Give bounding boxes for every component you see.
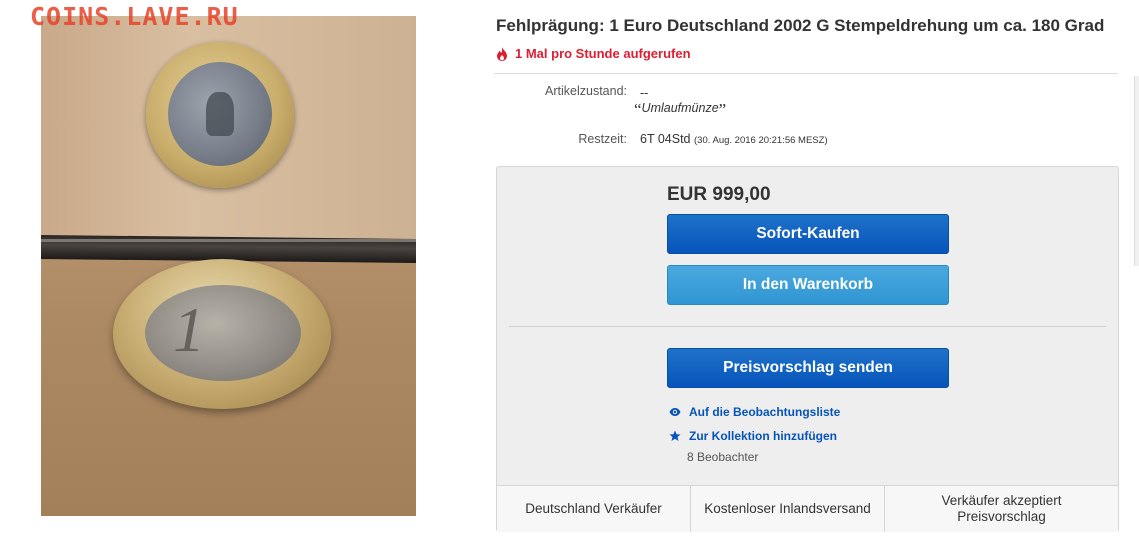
views-notice-text: 1 Mal pro Stunde aufgerufen xyxy=(515,46,691,61)
flame-icon xyxy=(497,46,507,61)
photo-rail-shine xyxy=(41,239,416,242)
feature-free-shipping: Kostenloser Inlandsversand xyxy=(691,486,885,532)
feature-row: Deutschland Verkäufer Kostenloser Inland… xyxy=(497,485,1118,532)
watermark: COINS.LAVE.RU xyxy=(30,2,239,31)
scroll-edge xyxy=(1134,76,1139,266)
listing-photo[interactable]: 1 xyxy=(41,16,416,516)
price: EUR 999,00 xyxy=(667,184,771,205)
coin-denomination: 1 xyxy=(173,294,205,365)
feature-accepts-offers: Verkäufer akzeptiert Preisvorschlag xyxy=(941,493,1062,524)
coin-reverse-core: 1 xyxy=(145,285,301,381)
condition-text: “Umlaufmünze” xyxy=(634,100,726,120)
condition-value: -- xyxy=(640,86,649,100)
condition-label: Artikelzustand: xyxy=(545,84,627,98)
collection-link[interactable]: Zur Kollektion hinzufügen xyxy=(669,429,837,443)
quote-open: “ xyxy=(634,100,642,119)
coin-obverse-core xyxy=(168,62,272,166)
watchlist-label: Auf die Beobachtungsliste xyxy=(689,405,841,419)
add-to-cart-button[interactable]: In den Warenkorb xyxy=(667,265,949,305)
quote-close: ” xyxy=(718,100,727,119)
eye-icon xyxy=(669,408,681,416)
time-left-label: Restzeit: xyxy=(578,132,627,146)
condition-name: Umlaufmünze xyxy=(641,101,719,115)
end-date: (30. Aug. 2016 20:21:56 MESZ) xyxy=(694,135,828,146)
buy-now-button[interactable]: Sofort-Kaufen xyxy=(667,214,949,254)
listing-title: Fehlprägung: 1 Euro Deutschland 2002 G S… xyxy=(496,16,1105,35)
coin-obverse xyxy=(146,42,294,188)
watchers-count: 8 Beobachter xyxy=(687,450,759,464)
feature-seller-country: Deutschland Verkäufer xyxy=(497,486,691,532)
buybox-divider xyxy=(509,326,1106,327)
make-offer-button[interactable]: Preisvorschlag senden xyxy=(667,348,949,388)
star-icon xyxy=(669,430,681,441)
time-left-value: 6T 04Std xyxy=(640,132,691,146)
coin-reverse: 1 xyxy=(113,259,331,409)
divider xyxy=(494,73,1118,74)
collection-label: Zur Kollektion hinzufügen xyxy=(689,429,837,443)
views-notice: 1 Mal pro Stunde aufgerufen xyxy=(496,46,691,61)
eagle-emblem xyxy=(206,92,234,136)
time-left: 6T 04Std (30. Aug. 2016 20:21:56 MESZ) xyxy=(640,132,828,146)
watchlist-link[interactable]: Auf die Beobachtungsliste xyxy=(669,405,840,419)
